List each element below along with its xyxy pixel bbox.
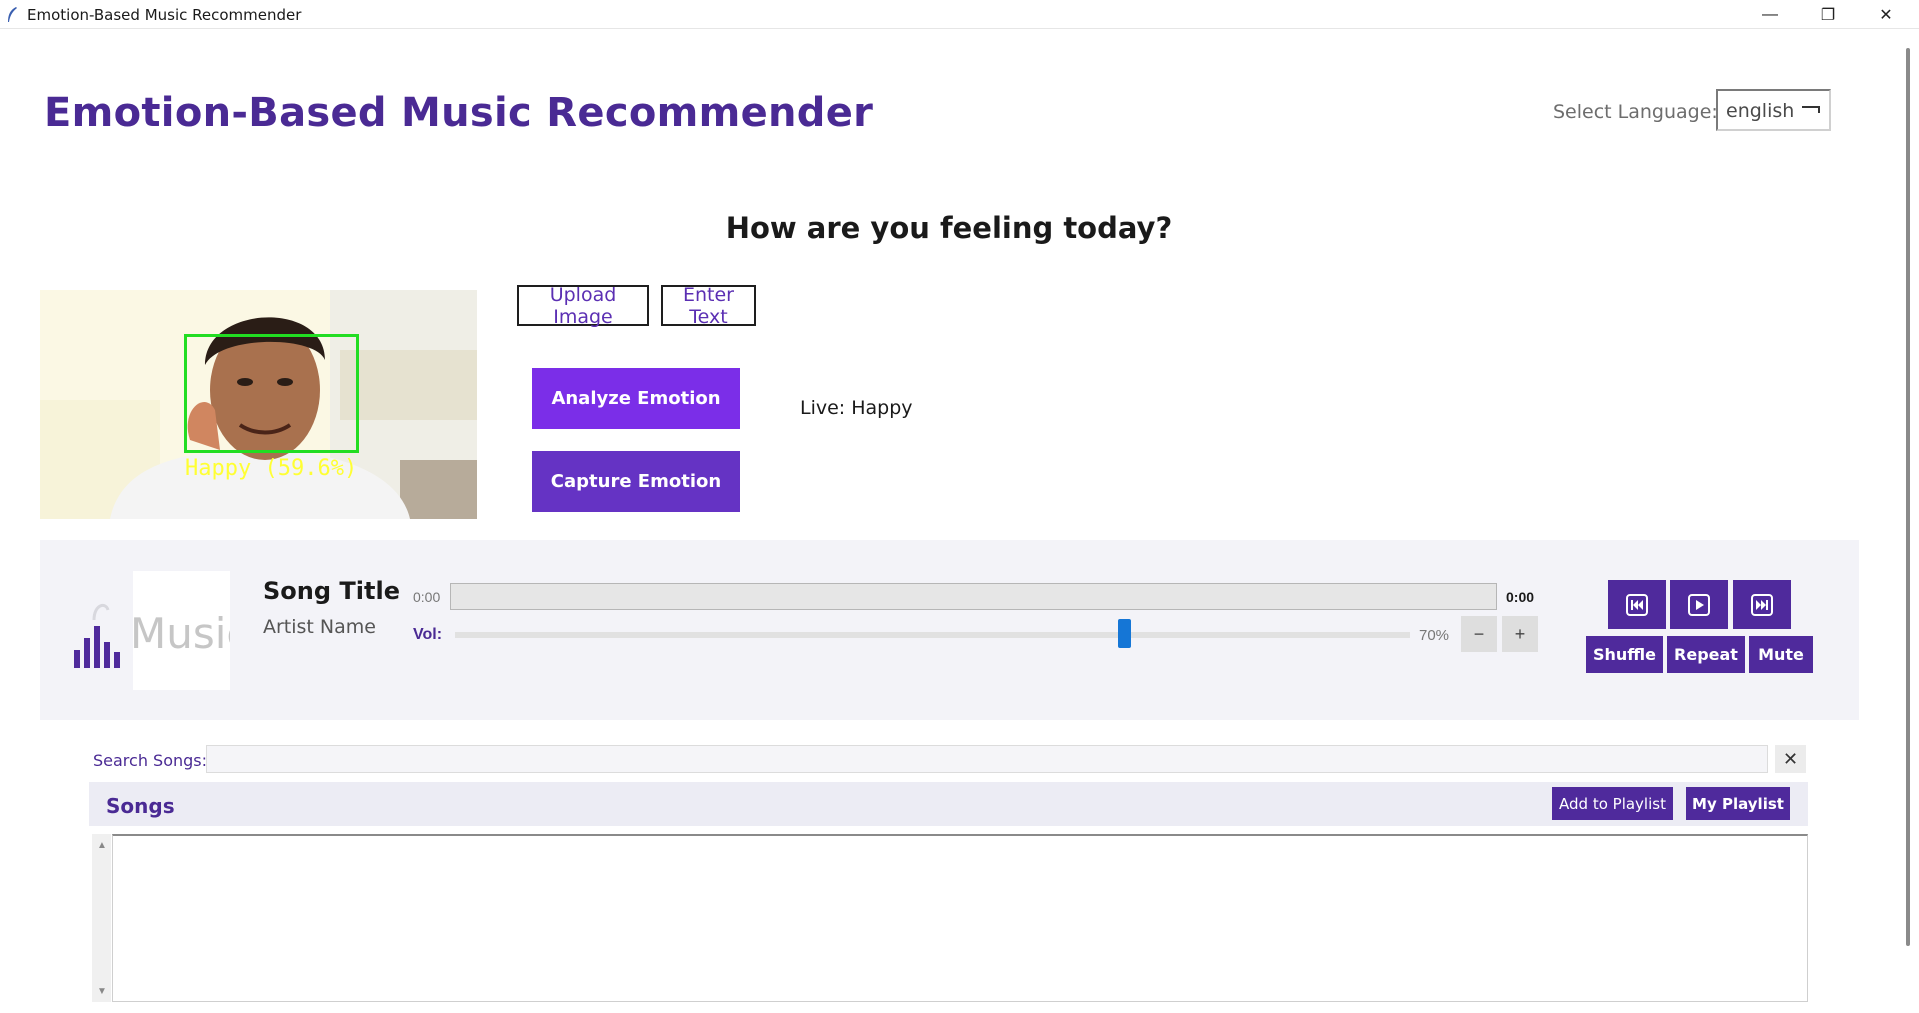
next-track-button[interactable] [1733,580,1791,629]
album-placeholder-text: Music [133,609,230,658]
close-window-button[interactable]: ✕ [1857,0,1915,29]
volume-up-button[interactable]: + [1502,616,1538,652]
song-title: Song Title [263,577,400,605]
upload-image-button[interactable]: Upload Image [517,284,649,328]
shuffle-button[interactable]: Shuffle [1586,636,1663,673]
artist-name: Artist Name [263,616,376,638]
face-detection-label: Happy (59.6%) [185,456,358,481]
live-emotion-status: Live: Happy [800,397,913,419]
volume-slider-thumb[interactable] [1117,619,1131,648]
clear-search-button[interactable]: ✕ [1775,745,1806,773]
progress-bar[interactable] [450,583,1497,610]
volume-slider-track[interactable] [455,632,1410,638]
enter-text-button[interactable]: Enter Text [661,284,756,328]
scroll-up-arrow-icon[interactable]: ▲ [97,840,107,851]
songs-list[interactable] [112,834,1808,1002]
music-equalizer-icon [74,603,120,668]
dropdown-indicator-icon [1802,106,1820,113]
capture-emotion-button[interactable]: Capture Emotion [532,451,740,512]
time-total: 0:00 [1506,589,1535,605]
app-title: Emotion-Based Music Recommender [44,90,874,136]
add-to-playlist-button[interactable]: Add to Playlist [1552,787,1673,820]
songs-title: Songs [106,794,175,818]
window-title: Emotion-Based Music Recommender [27,6,302,24]
skip-next-icon [1751,593,1773,616]
songs-list-scrollbar[interactable]: ▲ ▼ [92,834,111,1002]
language-value: english [1726,100,1795,122]
play-icon [1688,593,1710,616]
songs-header-bar [89,782,1808,826]
volume-label: Vol: [413,626,443,643]
scroll-down-arrow-icon[interactable]: ▼ [97,986,107,997]
camera-feed: Happy (59.6%) [40,290,477,519]
feeling-question: How are you feeling today? [725,211,1173,245]
mute-button[interactable]: Mute [1749,636,1813,673]
play-button[interactable] [1670,580,1728,629]
repeat-button[interactable]: Repeat [1667,636,1745,673]
volume-value: 70% [1419,627,1450,644]
volume-down-button[interactable]: − [1461,616,1497,652]
language-select[interactable]: english [1716,89,1831,131]
time-current: 0:00 [413,589,441,605]
skip-previous-icon [1626,593,1648,616]
search-input[interactable] [206,745,1768,773]
album-art: Music [133,571,230,690]
window-scrollbar[interactable] [1906,48,1910,946]
my-playlist-button[interactable]: My Playlist [1686,787,1790,820]
maximize-button[interactable]: ❐ [1799,0,1857,29]
minimize-button[interactable]: — [1741,0,1799,29]
feather-icon [8,7,17,22]
analyze-emotion-button[interactable]: Analyze Emotion [532,368,740,429]
face-detection-box [184,334,359,453]
window-titlebar: Emotion-Based Music Recommender — ❐ ✕ [0,0,1919,29]
search-label: Search Songs: [93,751,208,770]
language-label: Select Language: [1553,101,1718,123]
previous-track-button[interactable] [1608,580,1666,629]
